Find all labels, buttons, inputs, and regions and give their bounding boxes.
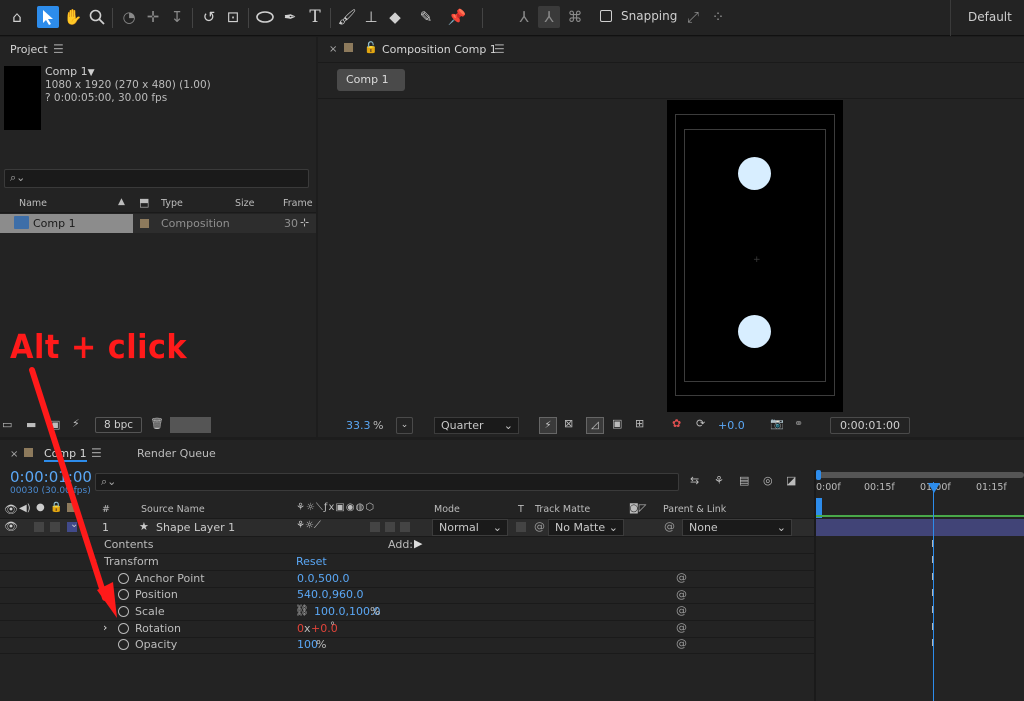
annotation-arrow (29, 367, 117, 618)
